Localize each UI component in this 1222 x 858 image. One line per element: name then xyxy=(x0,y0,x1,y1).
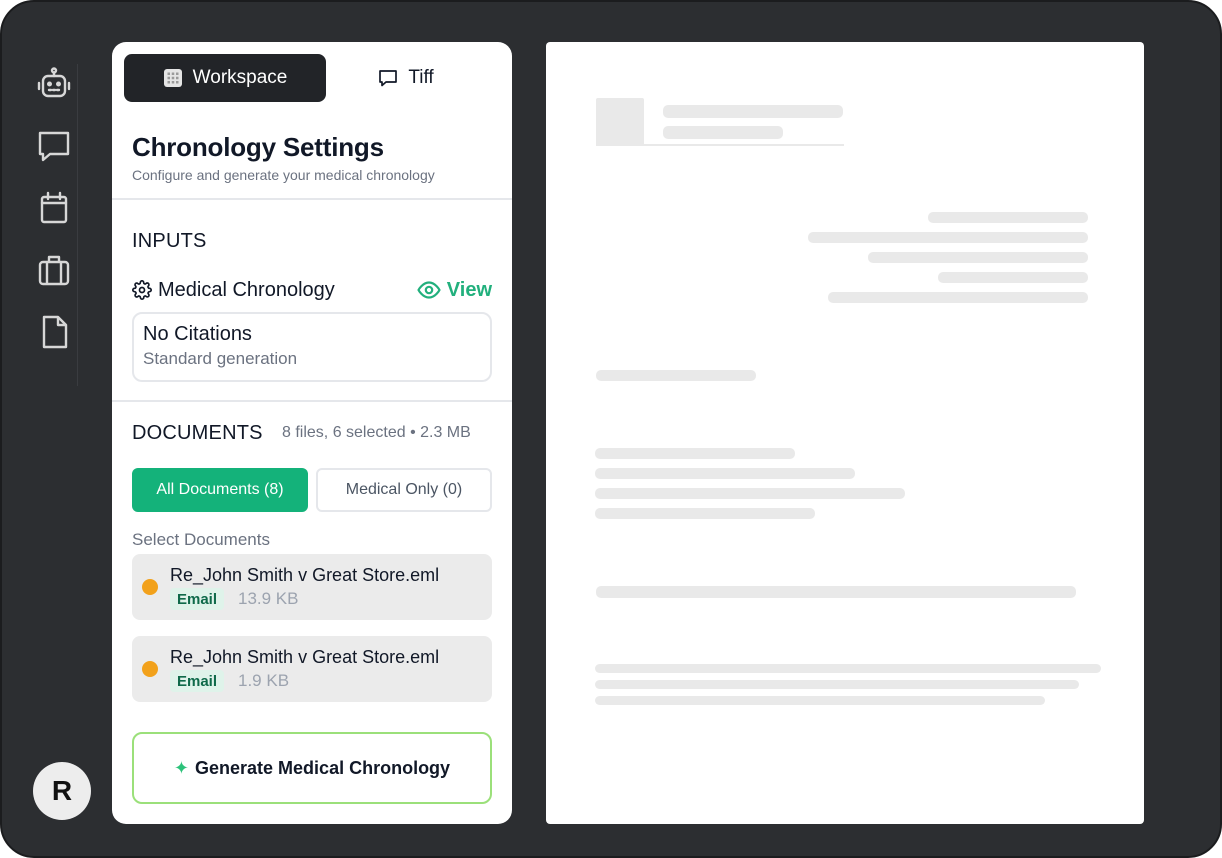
rail-item-chat[interactable] xyxy=(28,120,80,172)
divider xyxy=(112,400,512,402)
skeleton-line xyxy=(828,292,1088,303)
document-size: 13.9 KB xyxy=(238,589,299,608)
skeleton-line xyxy=(938,272,1088,283)
grid-icon xyxy=(163,69,182,87)
filter-medical-only-button[interactable]: Medical Only (0) xyxy=(316,468,492,512)
medical-chronology-label: Medical Chronology xyxy=(158,278,335,301)
tab-workspace-label: Workspace xyxy=(192,67,288,88)
avatar-initial: R xyxy=(51,775,73,806)
document-name: Re_John Smith v Great Store.eml xyxy=(170,565,440,585)
skeleton-line xyxy=(595,488,905,499)
divider xyxy=(112,198,512,200)
filter-all-documents-button[interactable]: All Documents (8) xyxy=(132,468,308,512)
document-preview xyxy=(546,42,1144,824)
page-subtitle: Configure and generate your medical chro… xyxy=(132,167,435,183)
document-size: 1.9 KB xyxy=(238,671,290,690)
skeleton-line xyxy=(868,252,1088,263)
generate-chronology-button[interactable]: ✦ Generate Medical Chronology xyxy=(132,732,492,804)
eye-icon xyxy=(417,281,441,299)
briefcase-icon xyxy=(38,255,70,286)
option-subtitle: Standard generation xyxy=(143,349,298,368)
sparkle-icon: ✦ xyxy=(173,757,190,778)
rail-item-documents[interactable] xyxy=(28,306,80,358)
skeleton-line xyxy=(595,664,1101,673)
document-type-badge: Email xyxy=(170,670,225,692)
status-dot xyxy=(142,661,158,677)
user-avatar[interactable]: R xyxy=(33,762,91,820)
rail-item-cases[interactable] xyxy=(28,244,80,296)
page-title: Chronology Settings xyxy=(132,132,384,162)
app-frame: R Workspace Tiff Chronology Settings Con… xyxy=(0,0,1222,858)
document-type-badge: Email xyxy=(170,588,225,610)
skeleton-line xyxy=(595,680,1079,689)
skeleton-line xyxy=(595,696,1045,705)
skeleton-line xyxy=(928,212,1088,223)
skeleton-line xyxy=(808,232,1088,243)
skeleton-line xyxy=(663,126,783,139)
skeleton-line xyxy=(595,508,815,519)
skeleton-line xyxy=(595,468,855,479)
tab-workspace[interactable]: Workspace xyxy=(124,54,326,102)
robot-icon xyxy=(37,67,71,98)
chat-icon xyxy=(379,70,398,87)
skeleton-line xyxy=(596,370,756,381)
inputs-section-label: INPUTS xyxy=(132,230,207,252)
generate-button-label: Generate Medical Chronology xyxy=(195,757,451,778)
status-dot xyxy=(142,579,158,595)
chronology-settings-panel: Workspace Tiff Chronology Settings Confi… xyxy=(112,42,512,824)
option-title: No Citations xyxy=(143,323,252,345)
file-icon xyxy=(42,315,68,349)
document-name: Re_John Smith v Great Store.eml xyxy=(170,647,440,667)
skeleton-line xyxy=(663,105,843,118)
documents-meta: 8 files, 6 selected • 2.3 MB xyxy=(282,424,471,441)
view-link[interactable]: View xyxy=(417,278,492,302)
document-list-item[interactable]: Re_John Smith v Great Store.eml Email 13… xyxy=(132,554,492,620)
gear-icon xyxy=(132,280,152,300)
calendar-icon xyxy=(40,191,68,224)
chat-icon xyxy=(38,131,70,162)
medical-chronology-row: Medical Chronology View xyxy=(132,276,492,304)
documents-section-label: DOCUMENTS xyxy=(132,422,263,444)
rail-item-assistant[interactable] xyxy=(28,58,80,110)
skeleton-rule xyxy=(596,144,844,146)
skeleton-line xyxy=(596,586,1076,598)
tab-tiff-label: Tiff xyxy=(408,67,434,88)
skeleton-logo xyxy=(596,98,644,146)
tab-tiff[interactable]: Tiff xyxy=(342,54,470,102)
select-documents-label: Select Documents xyxy=(132,530,270,549)
generation-option-select[interactable]: No Citations Standard generation xyxy=(132,312,492,382)
skeleton-line xyxy=(595,448,795,459)
document-list-item[interactable]: Re_John Smith v Great Store.eml Email 1.… xyxy=(132,636,492,702)
rail-item-calendar[interactable] xyxy=(28,182,80,234)
view-link-label: View xyxy=(446,278,492,301)
